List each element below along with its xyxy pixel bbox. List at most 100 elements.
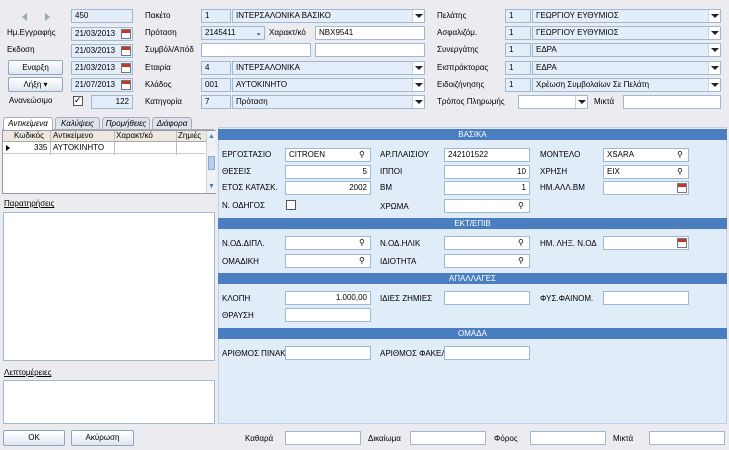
driver-checkbox[interactable] <box>286 200 296 210</box>
lookup-icon[interactable]: ⚲ <box>518 238 528 248</box>
ok-button[interactable]: OK <box>3 430 65 446</box>
cancel-button[interactable]: Ακύρωση <box>71 430 134 446</box>
branch-code-field[interactable]: 001 <box>201 78 231 92</box>
grid-header-damages[interactable]: Ζημιές <box>178 130 201 142</box>
issue-field[interactable]: 21/03/2013 <box>71 44 133 58</box>
gross-field[interactable] <box>649 431 725 445</box>
chevron-down-icon[interactable] <box>412 10 424 22</box>
lookup-icon[interactable]: ⚲ <box>677 150 687 160</box>
tab-coverages[interactable]: Καλύψεις <box>55 117 100 129</box>
record-id-field[interactable]: 450 <box>71 9 133 23</box>
proposal-select[interactable]: 2145411 ⌄ <box>201 26 265 40</box>
lookup-icon[interactable]: ⚲ <box>359 238 369 248</box>
tab-objects[interactable]: Αντικείμενα <box>3 117 53 130</box>
date-field[interactable]: 21/03/2013 <box>71 27 133 41</box>
company-select[interactable]: ΙΝΤΕΡΣΑΛΟΝΙΚΑ <box>232 61 425 75</box>
branch-select[interactable]: ΑΥΤΟΚΙΝΗΤΟ <box>232 78 425 92</box>
calendar-icon[interactable] <box>121 63 131 73</box>
break-field[interactable] <box>285 308 371 322</box>
nav-prev-icon[interactable] <box>22 13 27 21</box>
chevron-down-icon[interactable] <box>708 79 720 91</box>
factory-field[interactable]: CITROEN ⚲ <box>285 148 371 162</box>
color-field[interactable]: ⚲ <box>444 199 530 213</box>
group-field[interactable]: ⚲ <box>285 254 371 268</box>
mixed-field[interactable] <box>623 95 721 109</box>
notice-code-field[interactable]: 1 <box>505 78 531 92</box>
chevron-down-icon[interactable] <box>708 44 720 56</box>
payment-select[interactable] <box>518 95 588 109</box>
nod-age-field[interactable]: ⚲ <box>444 236 530 250</box>
scroll-thumb[interactable] <box>208 156 215 170</box>
theft-field[interactable]: 1.000,00 <box>285 291 371 305</box>
grid-scrollbar[interactable]: ▲ ▼ <box>206 131 216 193</box>
partner-code-field[interactable]: 1 <box>505 43 531 57</box>
company-code-field[interactable]: 4 <box>201 61 231 75</box>
start-button[interactable]: Εναρξη <box>8 60 63 75</box>
calendar-icon[interactable] <box>677 183 687 193</box>
chevron-down-icon[interactable]: ⌄ <box>255 27 262 39</box>
chevron-down-icon[interactable] <box>708 62 720 74</box>
year-field[interactable]: 2002 <box>285 181 371 195</box>
nature-field[interactable] <box>603 291 689 305</box>
chevron-down-icon[interactable] <box>412 62 424 74</box>
start-field[interactable]: 21/03/2013 <box>71 61 133 75</box>
notes-textarea[interactable] <box>3 212 215 361</box>
contract-field-2[interactable] <box>315 43 425 57</box>
end-button[interactable]: Λήξη ▾ <box>8 77 63 92</box>
hp-field[interactable]: 10 <box>444 165 530 179</box>
package-code-field[interactable]: 1 <box>201 9 231 23</box>
folder-num-field[interactable] <box>444 346 530 360</box>
grid-header-char[interactable]: Χαρακτ/κό <box>116 130 153 142</box>
lookup-icon[interactable]: ⚲ <box>677 167 687 177</box>
seats-field[interactable]: 5 <box>285 165 371 179</box>
collector-select[interactable]: ΕΔΡΑ <box>532 61 721 75</box>
insured-code-field[interactable]: 1 <box>505 26 531 40</box>
contract-field[interactable] <box>201 43 311 57</box>
bmdate-field[interactable] <box>603 181 689 195</box>
category-select[interactable]: Πρόταση <box>232 95 425 109</box>
chassis-field[interactable]: 242101522 <box>444 148 530 162</box>
chevron-down-icon[interactable] <box>412 96 424 108</box>
lookup-icon[interactable]: ⚲ <box>359 150 369 160</box>
objects-grid[interactable]: Κωδικός Αντικείμενο Χαρακτ/κό Ζημιές 335… <box>2 130 216 194</box>
notice-select[interactable]: Χρέωση Συμβολαίων Σε Πελάτη <box>532 78 721 92</box>
renewable-days-field[interactable]: 122 <box>91 95 133 109</box>
end-field[interactable]: 21/07/2013 <box>71 78 133 92</box>
lookup-icon[interactable]: ⚲ <box>518 256 528 266</box>
table-row[interactable]: 335 ΑΥΤΟΚΙΝΗΤΟ <box>3 142 206 154</box>
right-field[interactable] <box>410 431 486 445</box>
scroll-up-icon[interactable]: ▲ <box>208 133 215 140</box>
details-textarea[interactable] <box>3 380 215 424</box>
nod-dipl-field[interactable]: ⚲ <box>285 236 371 250</box>
calendar-icon[interactable] <box>121 46 131 56</box>
client-code-field[interactable]: 1 <box>505 9 531 23</box>
renewable-checkbox[interactable]: ✓ <box>73 95 83 106</box>
partner-select[interactable]: ΕΔΡΑ <box>532 43 721 57</box>
nod-exp-field[interactable] <box>603 236 689 250</box>
tab-misc[interactable]: Διάφορα <box>152 117 192 129</box>
nav-next-icon[interactable] <box>45 13 50 21</box>
char-field[interactable]: ΝΒΧ9541 <box>315 26 425 40</box>
grid-header-object[interactable]: Αντικείμενο <box>53 130 93 142</box>
use-field[interactable]: ΕΙΧ ⚲ <box>603 165 689 179</box>
scroll-down-icon[interactable]: ▼ <box>208 183 215 190</box>
calendar-icon[interactable] <box>121 29 131 39</box>
table-num-field[interactable] <box>285 346 371 360</box>
bm-field[interactable]: 1 <box>444 181 530 195</box>
calendar-icon[interactable] <box>677 238 687 248</box>
chevron-down-icon[interactable] <box>575 96 587 108</box>
model-field[interactable]: XSARA ⚲ <box>603 148 689 162</box>
client-select[interactable]: ΓΕΩΡΓΙΟΥ ΕΥΘΥΜΙΟΣ <box>532 9 721 23</box>
own-damages-field[interactable] <box>444 291 530 305</box>
net-field[interactable] <box>285 431 361 445</box>
collector-code-field[interactable]: 1 <box>505 61 531 75</box>
insured-select[interactable]: ΓΕΩΡΓΙΟΥ ΕΥΘΥΜΙΟΣ <box>532 26 721 40</box>
chevron-down-icon[interactable] <box>708 10 720 22</box>
grid-header-code[interactable]: Κωδικός <box>14 130 44 142</box>
lookup-icon[interactable]: ⚲ <box>359 256 369 266</box>
chevron-down-icon[interactable] <box>708 27 720 39</box>
calendar-icon[interactable] <box>121 80 131 90</box>
lookup-icon[interactable]: ⚲ <box>518 201 528 211</box>
category-code-field[interactable]: 7 <box>201 95 231 109</box>
chevron-down-icon[interactable] <box>412 79 424 91</box>
